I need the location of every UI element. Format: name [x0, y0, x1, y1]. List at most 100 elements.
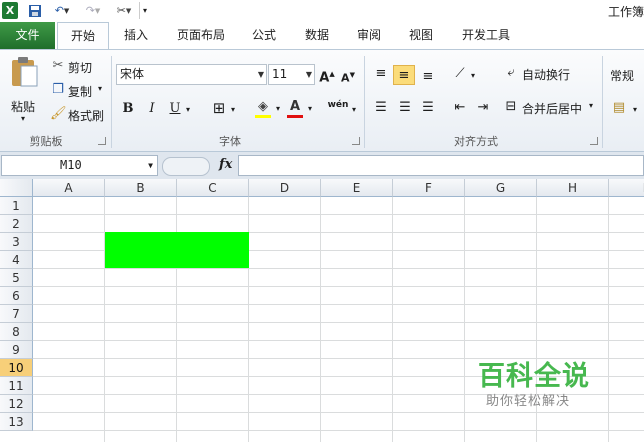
bold-button[interactable]: B [120, 101, 136, 117]
align-middle-icon[interactable]: ≡ [393, 65, 415, 85]
row-gridline [33, 268, 644, 269]
merge-center-button[interactable]: ⊟ 合并后居中 ▾ [503, 99, 599, 117]
column-header-a[interactable]: A [33, 179, 105, 197]
tab-file[interactable]: 文件 [0, 22, 55, 49]
tab-insert[interactable]: 插入 [117, 22, 155, 49]
column-header-e[interactable]: E [321, 179, 393, 197]
column-header-c[interactable]: C [177, 179, 249, 197]
font-color-dropdown-icon: ▾ [307, 104, 312, 113]
font-group-label: 字体 [219, 135, 241, 148]
customize-qat-icon[interactable]: ▾ [139, 2, 150, 19]
font-dialog-launcher[interactable] [352, 137, 360, 145]
row-header-5[interactable]: 5 [0, 269, 33, 287]
formula-input[interactable] [238, 155, 644, 176]
font-name-select[interactable]: 宋体 ▼ [116, 64, 267, 85]
row-header-9[interactable]: 9 [0, 341, 33, 359]
column-gridline [608, 197, 609, 442]
excel-logo-icon[interactable]: X [2, 2, 18, 19]
format-painter-label: 格式刷 [68, 109, 105, 123]
cut-button[interactable]: ✂ 剪切 [50, 58, 110, 76]
filled-cell-range[interactable] [105, 232, 249, 268]
fill-color-button[interactable]: ◈ ▾ [254, 99, 282, 119]
column-header-d[interactable]: D [249, 179, 321, 197]
tab-review[interactable]: 审阅 [349, 22, 389, 49]
number-format-select[interactable]: 常规 [610, 67, 634, 84]
borders-dropdown-icon[interactable]: ▾ [229, 102, 237, 118]
row-header-13[interactable]: 13 [0, 413, 33, 431]
align-bottom-icon[interactable]: ≡ [419, 69, 437, 85]
column-header-f[interactable]: F [393, 179, 465, 197]
decrease-indent-icon[interactable]: ⇤ [451, 100, 469, 116]
column-header-h[interactable]: H [537, 179, 609, 197]
align-top-icon[interactable]: ≡ [372, 66, 390, 82]
underline-dropdown-icon[interactable]: ▾ [184, 102, 192, 118]
row-header-2[interactable]: 2 [0, 215, 33, 233]
name-box[interactable]: M10 ▼ [1, 155, 158, 176]
row-header-12[interactable]: 12 [0, 395, 33, 413]
row-gridline [33, 286, 644, 287]
paste-label: 粘贴 [11, 100, 36, 114]
column-header-g[interactable]: G [465, 179, 537, 197]
tab-home[interactable]: 开始 [57, 22, 109, 50]
align-left-icon[interactable]: ☰ [372, 100, 390, 116]
copy-dropdown-icon: ▾ [98, 84, 103, 93]
row-gridline [33, 340, 644, 341]
merge-center-label: 合并后居中 [522, 102, 583, 116]
tab-data[interactable]: 数据 [297, 22, 337, 49]
shrink-font-icon[interactable]: A▼ [341, 67, 355, 87]
underline-button[interactable]: U [167, 101, 183, 117]
wrap-text-button[interactable]: ⤶ 自动换行 [503, 65, 583, 83]
tab-developer[interactable]: 开发工具 [455, 22, 517, 49]
orientation-dropdown-icon[interactable]: ▾ [469, 68, 477, 84]
tab-formulas[interactable]: 公式 [244, 22, 284, 49]
font-size-value: 11 [272, 67, 288, 81]
copy-button[interactable]: ❐ 复制 ▾ [50, 82, 110, 100]
row-header-1[interactable]: 1 [0, 197, 33, 215]
tab-view[interactable]: 视图 [401, 22, 441, 49]
phonetic-guide-icon[interactable]: wén [327, 97, 349, 113]
row-header-8[interactable]: 8 [0, 323, 33, 341]
merge-center-dropdown-icon: ▾ [589, 101, 594, 110]
phonetic-dropdown-icon[interactable]: ▾ [350, 102, 358, 118]
format-painter-button[interactable]: 🖌 格式刷 [50, 106, 110, 124]
formula-bar-resize-handle[interactable] [162, 157, 210, 176]
select-all-button[interactable] [0, 179, 33, 197]
column-header-i[interactable]: I [609, 179, 644, 197]
redo-icon[interactable]: ↷ ▼ [82, 2, 104, 19]
tab-page-layout[interactable]: 页面布局 [170, 22, 232, 49]
row-header-10[interactable]: 10 [0, 359, 33, 377]
save-icon[interactable] [27, 2, 43, 19]
fill-color-swatch [255, 115, 271, 118]
row-gridline [33, 412, 644, 413]
fill-color-dropdown-icon: ▾ [275, 104, 280, 113]
undo-icon[interactable]: ↶ ▼ [51, 2, 73, 19]
paste-icon [12, 57, 38, 87]
excel-logo-glyph: X [5, 4, 15, 17]
increase-indent-icon[interactable]: ⇥ [474, 100, 492, 116]
font-size-select[interactable]: 11 ▼ [268, 64, 315, 85]
paste-button[interactable]: 粘贴 ▾ [6, 56, 42, 126]
row-header-3[interactable]: 3 [0, 233, 33, 251]
grow-font-icon[interactable]: A▲ [319, 66, 335, 86]
row-gridline [33, 304, 644, 305]
cut-label: 剪切 [68, 61, 93, 75]
row-header-7[interactable]: 7 [0, 305, 33, 323]
clipboard-dialog-launcher[interactable] [98, 137, 106, 145]
align-right-icon[interactable]: ☰ [419, 100, 437, 116]
insert-function-icon[interactable]: fx [219, 157, 232, 172]
orientation-icon[interactable]: ⟋ [451, 66, 469, 82]
font-color-button[interactable]: A ▾ [286, 99, 314, 119]
row-header-11[interactable]: 11 [0, 377, 33, 395]
align-center-icon[interactable]: ☰ [396, 100, 414, 116]
row-header-6[interactable]: 6 [0, 287, 33, 305]
accounting-dropdown-icon[interactable]: ▾ [631, 102, 639, 118]
italic-button[interactable]: I [144, 101, 160, 117]
column-header-b[interactable]: B [105, 179, 177, 197]
accounting-format-icon[interactable]: ▤ [610, 100, 628, 116]
scissors-icon: ✂ [52, 58, 64, 73]
copy-label: 复制 [68, 85, 93, 99]
borders-icon[interactable]: ⊞ [210, 100, 228, 116]
alignment-dialog-launcher[interactable] [590, 137, 598, 145]
row-header-4[interactable]: 4 [0, 251, 33, 269]
tools-icon[interactable]: ✂ ▼ [113, 2, 135, 19]
